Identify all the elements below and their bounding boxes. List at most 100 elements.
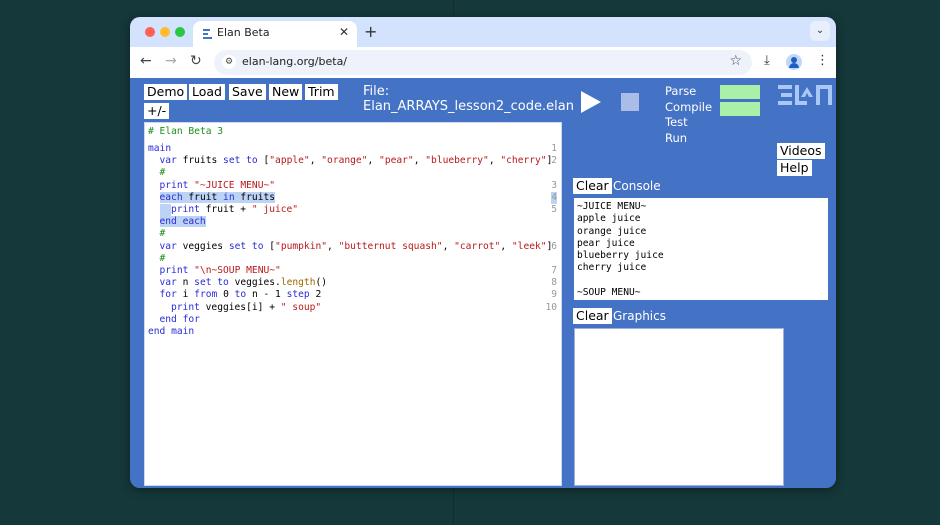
code-line[interactable]: var fruits set to ["apple", "orange", "p… (160, 155, 553, 167)
run-status-label: Run (665, 131, 688, 145)
code-token: "leek" (511, 240, 547, 252)
code-editor[interactable]: # Elan Beta 3 main 1 var fruits set to ["a… (144, 122, 562, 486)
code-token: n - 1 (251, 289, 287, 301)
graphics-label: Graphics (613, 309, 666, 323)
new-button[interactable]: New (269, 84, 303, 100)
console-output: ~JUICE MENU~ apple juice orange juice pe… (574, 198, 828, 300)
reload-icon[interactable]: ↻ (190, 53, 202, 69)
line-number: 7 (551, 265, 557, 276)
console-clear-button[interactable]: Clear (573, 178, 612, 194)
bookmark-star-icon[interactable]: ☆ (729, 53, 742, 69)
code-line[interactable]: # (160, 228, 166, 240)
elan-logo-icon (778, 85, 832, 105)
code-token: set to (194, 277, 235, 289)
code-line[interactable]: for i from 0 to n - 1 step 2 (160, 289, 322, 301)
code-token: , (309, 155, 322, 167)
code-token: "carrot" (454, 240, 501, 252)
new-tab-button[interactable]: + (364, 22, 377, 41)
file-info: File: Elan_ARRAYS_lesson2_code.elan (363, 84, 574, 114)
profile-avatar-icon[interactable] (786, 54, 802, 70)
save-button[interactable]: Save (229, 84, 266, 100)
code-token: fruits (182, 155, 224, 167)
help-link[interactable]: Help (777, 160, 812, 176)
code-token: " juice" (251, 204, 299, 215)
code-token: "apple" (269, 155, 310, 167)
site-info-icon[interactable]: ⚙ (222, 55, 236, 69)
code-line[interactable]: print fruit + " juice" (159, 204, 299, 216)
code-token: , (500, 240, 512, 252)
url-text[interactable]: elan-lang.org/beta/ (242, 55, 347, 68)
tab-close-icon[interactable]: ✕ (339, 25, 349, 39)
code-line-content: var fruits set to ["apple", "orange", "p… (160, 155, 553, 166)
code-line[interactable]: # (160, 253, 166, 265)
videos-link[interactable]: Videos (777, 143, 825, 159)
code-token: fruit (188, 191, 224, 203)
run-play-button[interactable] (581, 91, 601, 113)
code-line-content: # (160, 228, 166, 239)
stop-button[interactable] (621, 93, 639, 111)
code-token: for (159, 289, 183, 301)
code-line-content: end for (160, 314, 200, 325)
code-token: fruit + (205, 204, 252, 215)
code-token: print (159, 265, 195, 276)
line-number: 5 (551, 204, 557, 215)
address-bar[interactable]: ⚙ elan-lang.org/beta/ ☆ (214, 50, 752, 75)
code-line[interactable]: var veggies set to ["pumpkin", "butternu… (160, 241, 553, 253)
code-line[interactable]: print "~JUICE MENU~" (160, 180, 276, 192)
code-line[interactable]: end each (159, 216, 206, 228)
code-token: end each (159, 216, 206, 228)
code-token: print (171, 204, 206, 215)
code-token: () (315, 277, 328, 289)
code-line[interactable]: print veggies[i] + " soup" (171, 302, 321, 314)
code-token: "blueberry" (425, 155, 489, 167)
code-token: # (159, 252, 166, 264)
code-token: step (286, 289, 316, 301)
code-token: 0 (223, 289, 235, 301)
line-number: 10 (545, 301, 557, 313)
code-line[interactable]: main (148, 143, 171, 155)
code-line-content: var veggies set to ["pumpkin", "butternu… (160, 241, 553, 252)
code-token: print (159, 179, 195, 191)
demo-button[interactable]: Demo (144, 84, 188, 100)
code-line[interactable]: var n set to veggies.length() (160, 277, 328, 289)
back-icon[interactable]: ← (140, 53, 152, 69)
header-comment: # Elan Beta 3 (148, 126, 224, 137)
trim-button[interactable]: Trim (305, 84, 338, 100)
code-token: print (171, 301, 206, 313)
tab-search-button[interactable]: ⌄ (810, 21, 830, 41)
line-number: 6 (551, 240, 557, 252)
load-button[interactable]: Load (189, 84, 225, 100)
close-window-button[interactable] (145, 27, 155, 37)
code-line[interactable]: end for (160, 314, 200, 326)
forward-icon[interactable]: → (165, 53, 177, 69)
code-line[interactable]: print "\n~SOUP MENU~" (160, 265, 281, 277)
code-token: # (159, 167, 166, 179)
code-token: "~JUICE MENU~" (194, 179, 276, 191)
code-line-content: # (160, 253, 166, 264)
browser-window: Elan Beta ✕ + ⌄ ← → ↻ ⚙ elan-lang.org/be… (130, 17, 836, 488)
code-line[interactable]: each fruit in fruits (159, 191, 276, 204)
code-line[interactable]: end main (148, 326, 194, 338)
tab-title: Elan Beta (217, 26, 270, 39)
code-line-content: each fruit in fruits (159, 191, 276, 203)
code-token: veggies. (234, 277, 281, 289)
maximize-window-button[interactable] (175, 27, 185, 37)
expand-collapse-button[interactable]: +/- (144, 103, 170, 119)
code-token: var (159, 240, 183, 252)
line-number: 4 (551, 191, 557, 204)
code-token: " soup" (280, 301, 322, 313)
download-icon[interactable]: ⤓ (764, 53, 770, 68)
minimize-window-button[interactable] (160, 27, 170, 37)
code-line[interactable]: # (160, 167, 166, 179)
graphics-clear-button[interactable]: Clear (573, 308, 612, 324)
code-token: in (223, 191, 241, 203)
line-number: 1 (551, 143, 557, 154)
browser-tab[interactable]: Elan Beta ✕ (193, 21, 357, 47)
code-token: "pear" (379, 155, 414, 167)
compile-status-indicator (720, 102, 760, 116)
compile-status-label: Compile (665, 100, 713, 114)
code-line-content: for i from 0 to n - 1 step 2 (160, 289, 322, 300)
menu-kebab-icon[interactable]: ⋮ (816, 53, 829, 68)
parse-status-indicator (720, 85, 760, 99)
code-token: each (159, 191, 189, 203)
